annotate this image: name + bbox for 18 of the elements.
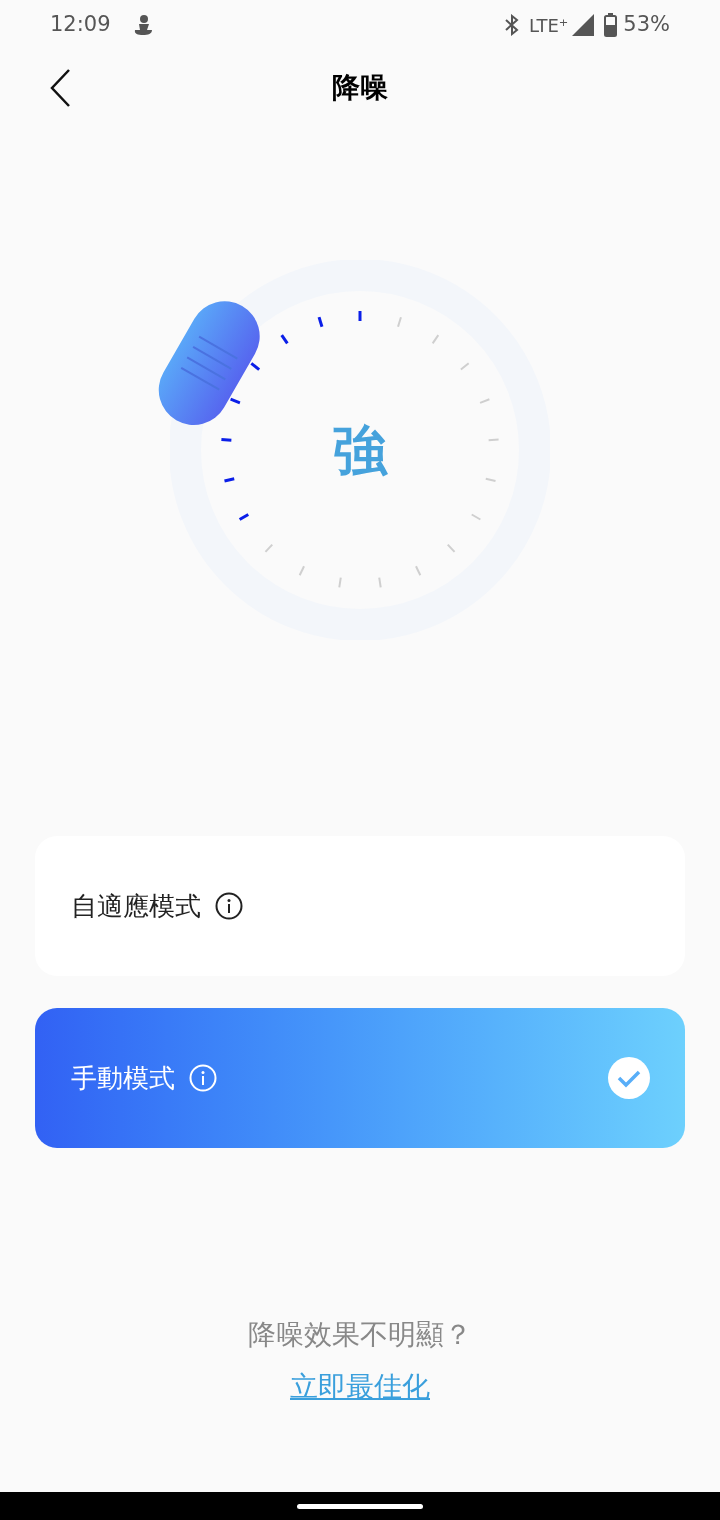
level-label: 強 — [333, 417, 387, 484]
optimize-link[interactable]: 立即最佳化 — [290, 1366, 430, 1408]
info-icon[interactable] — [215, 892, 243, 920]
network-type: LTE⁺ — [528, 13, 569, 38]
home-indicator[interactable] — [297, 1503, 423, 1509]
mode-card[interactable]: 自適應模式 — [35, 836, 685, 976]
page-title: 降噪 — [332, 70, 388, 106]
mode-label: 自適應模式 — [71, 889, 201, 923]
status-time: 12:09 — [50, 11, 111, 39]
signal-icon — [572, 14, 595, 36]
battery-icon — [604, 13, 618, 37]
mode-card[interactable]: 手動模式 — [35, 1008, 685, 1148]
battery-percent: 53% — [623, 11, 670, 39]
grip-lines-icon — [180, 335, 239, 391]
check-icon — [608, 1057, 650, 1099]
question-text: 降噪效果不明顯？ — [248, 1317, 472, 1353]
mode-label: 手動模式 — [71, 1061, 175, 1095]
back-icon — [49, 68, 71, 108]
